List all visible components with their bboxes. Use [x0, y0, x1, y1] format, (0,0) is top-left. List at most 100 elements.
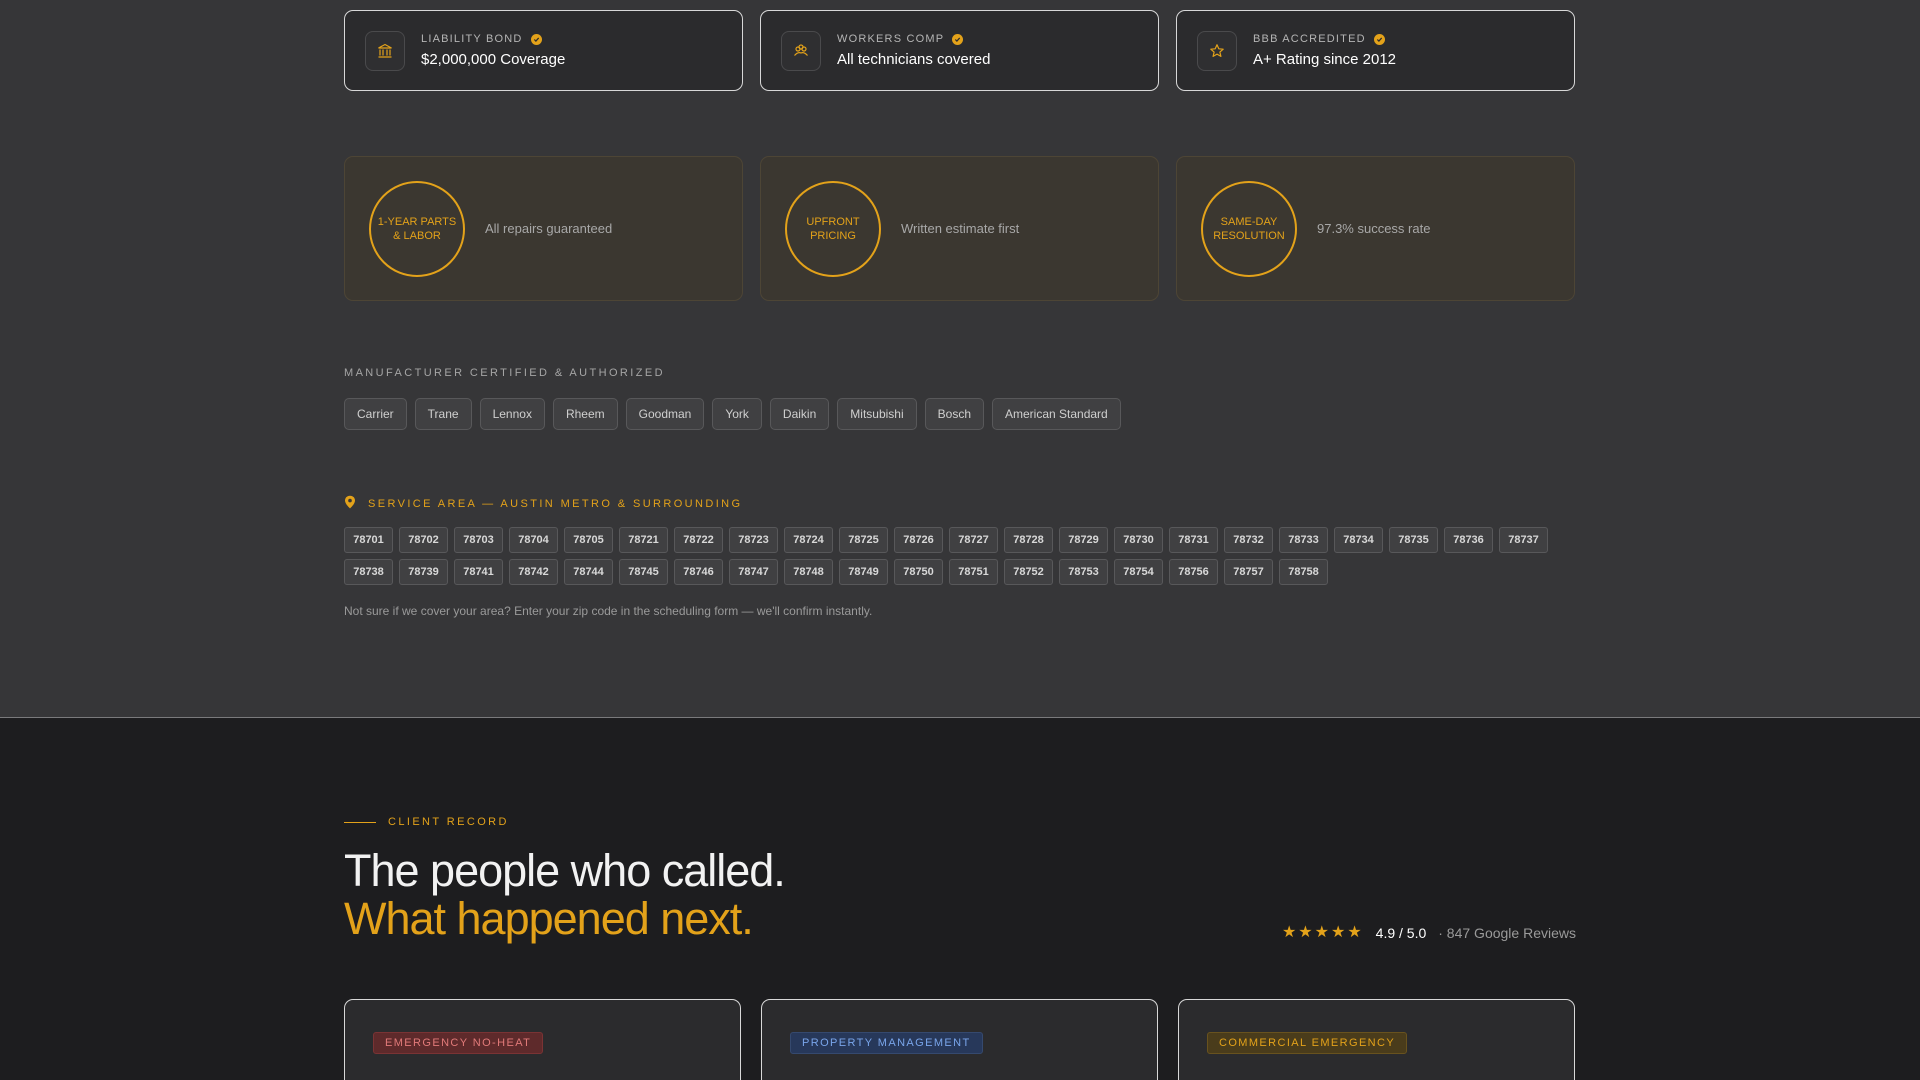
zip-code-chip: 78741	[454, 559, 503, 585]
credential-cards: LIABILITY BOND $2,000,000 Coverage WORKE…	[344, 10, 1576, 91]
manufacturer-list: Carrier Trane Lennox Rheem Goodman York Daikin…	[344, 398, 1576, 430]
guarantee-badge: SAME-DAY RESOLUTION	[1201, 180, 1297, 277]
zip-code-chip: 78744	[564, 559, 613, 585]
credential-value: A+ Rating since 2012	[1253, 51, 1397, 68]
zip-code-chip: 78733	[1279, 527, 1328, 553]
team-icon	[781, 30, 821, 71]
credential-label: BBB ACCREDITED	[1253, 33, 1366, 45]
zip-code-chip: 78722	[674, 527, 723, 553]
zip-code-chip: 78736	[1444, 527, 1493, 553]
manufacturer-chip: Daikin	[769, 398, 830, 430]
zip-code-chip: 78756	[1169, 559, 1218, 585]
eyebrow-line	[344, 821, 376, 823]
manufacturers-heading: MANUFACTURER CERTIFIED & AUTHORIZED	[344, 367, 665, 379]
review-category-tag: COMMERCIAL EMERGENCY	[1207, 1032, 1408, 1054]
rating-stars: ★ ★ ★ ★ ★	[1282, 925, 1362, 941]
review-category-tag: EMERGENCY NO-HEAT	[373, 1032, 544, 1054]
rating-score: 4.9 / 5.0	[1375, 925, 1427, 941]
review-cards: EMERGENCY NO-HEAT PROPERTY MANAGEMENT CO…	[344, 999, 1576, 1080]
zip-code-list: 78701 78702 78703 78704 78705 78721 78722 78723…	[344, 527, 1576, 585]
credential-value: $2,000,000 Coverage	[421, 51, 566, 68]
zip-code-chip: 78731	[1169, 527, 1218, 553]
zip-code-chip: 78703	[454, 527, 503, 553]
manufacturer-chip: Trane	[414, 398, 472, 430]
guarantee-text: All repairs guaranteed	[485, 221, 613, 236]
guarantee-card-resolution: SAME-DAY RESOLUTION 97.3% success rate	[1176, 156, 1575, 301]
zip-code-chip: 78732	[1224, 527, 1273, 553]
client-record-eyebrow: CLIENT RECORD	[344, 816, 1576, 828]
eyebrow-text: CLIENT RECORD	[388, 816, 509, 828]
manufacturer-chip: Mitsubishi	[837, 398, 917, 430]
zip-code-chip: 78754	[1114, 559, 1163, 585]
credential-card-liability: LIABILITY BOND $2,000,000 Coverage	[344, 10, 743, 91]
manufacturer-chip: Carrier	[344, 398, 407, 430]
guarantee-badge: 1-YEAR PARTS & LABOR	[369, 180, 465, 277]
manufacturer-chip: Lennox	[479, 398, 545, 430]
zip-code-chip: 78735	[1389, 527, 1438, 553]
star-icon: ★	[1330, 924, 1346, 941]
guarantee-card-pricing: UPFRONT PRICING Written estimate first	[760, 156, 1159, 301]
credential-card-workers-comp: WORKERS COMP All technicians covered	[760, 10, 1159, 91]
google-rating[interactable]: ★ ★ ★ ★ ★ 4.9 / 5.0 · 847 Google Reviews	[1282, 925, 1576, 942]
zip-code-chip: 78728	[1004, 527, 1053, 553]
manufacturer-chip: Bosch	[924, 398, 984, 430]
guarantee-cards: 1-YEAR PARTS & LABOR All repairs guarant…	[344, 156, 1576, 301]
zip-code-chip: 78704	[509, 527, 558, 553]
review-card[interactable]: PROPERTY MANAGEMENT	[761, 999, 1158, 1080]
zip-code-chip: 78705	[564, 527, 613, 553]
credential-card-bbb: BBB ACCREDITED A+ Rating since 2012	[1176, 10, 1575, 91]
bank-icon	[365, 30, 405, 71]
service-area-title: SERVICE AREA — AUSTIN METRO & SURROUNDIN…	[368, 497, 743, 510]
manufacturer-chip: American Standard	[992, 398, 1121, 430]
zip-code-chip: 78758	[1279, 559, 1328, 585]
zip-code-chip: 78702	[399, 527, 448, 553]
credential-label: WORKERS COMP	[837, 33, 945, 45]
zip-code-chip: 78748	[784, 559, 833, 585]
verified-check-icon	[952, 33, 964, 45]
service-area-heading: SERVICE AREA — AUSTIN METRO & SURROUNDIN…	[344, 495, 1576, 512]
guarantee-text: Written estimate first	[901, 221, 1020, 236]
credential-value: All technicians covered	[837, 51, 991, 68]
zip-code-chip: 78737	[1499, 527, 1548, 553]
zip-code-chip: 78747	[729, 559, 778, 585]
manufacturer-chip: Goodman	[625, 398, 705, 430]
zip-code-chip: 78725	[839, 527, 888, 553]
star-icon: ★	[1314, 924, 1329, 941]
zip-code-chip: 78750	[894, 559, 943, 585]
star-icon	[1197, 30, 1237, 71]
review-card[interactable]: EMERGENCY NO-HEAT	[344, 999, 741, 1080]
zip-code-chip: 78734	[1334, 527, 1383, 553]
location-pin-icon	[344, 495, 356, 512]
zip-code-chip: 78752	[1004, 559, 1053, 585]
review-category-tag: PROPERTY MANAGEMENT	[790, 1032, 983, 1054]
zip-code-chip: 78723	[729, 527, 778, 553]
zip-code-chip: 78742	[509, 559, 558, 585]
zip-code-chip: 78739	[399, 559, 448, 585]
guarantee-card-warranty: 1-YEAR PARTS & LABOR All repairs guarant…	[344, 156, 743, 301]
verified-check-icon	[530, 33, 542, 45]
service-area-note: Not sure if we cover your area? Enter yo…	[344, 604, 873, 618]
manufacturer-chip: Rheem	[552, 398, 618, 430]
zip-code-chip: 78757	[1224, 559, 1273, 585]
verified-check-icon	[1373, 33, 1385, 45]
guarantee-text: 97.3% success rate	[1317, 221, 1431, 236]
zip-code-chip: 78727	[949, 527, 998, 553]
credential-label: LIABILITY BOND	[421, 33, 523, 45]
zip-code-chip: 78738	[344, 559, 393, 585]
star-icon: ★	[1298, 924, 1313, 941]
reviews-count: · 847 Google Reviews	[1438, 925, 1576, 941]
zip-code-chip: 78749	[839, 559, 888, 585]
zip-code-chip: 78730	[1114, 527, 1163, 553]
zip-code-chip: 78721	[619, 527, 668, 553]
zip-code-chip: 78751	[949, 559, 998, 585]
zip-code-chip: 78724	[784, 527, 833, 553]
zip-code-chip: 78726	[894, 527, 943, 553]
star-icon: ★	[1281, 924, 1297, 941]
zip-code-chip: 78746	[674, 559, 723, 585]
zip-code-chip: 78729	[1059, 527, 1108, 553]
zip-code-chip: 78753	[1059, 559, 1108, 585]
manufacturer-chip: York	[712, 398, 762, 430]
guarantee-badge: UPFRONT PRICING	[785, 180, 881, 277]
star-icon: ★	[1347, 924, 1362, 941]
review-card[interactable]: COMMERCIAL EMERGENCY	[1178, 999, 1575, 1080]
